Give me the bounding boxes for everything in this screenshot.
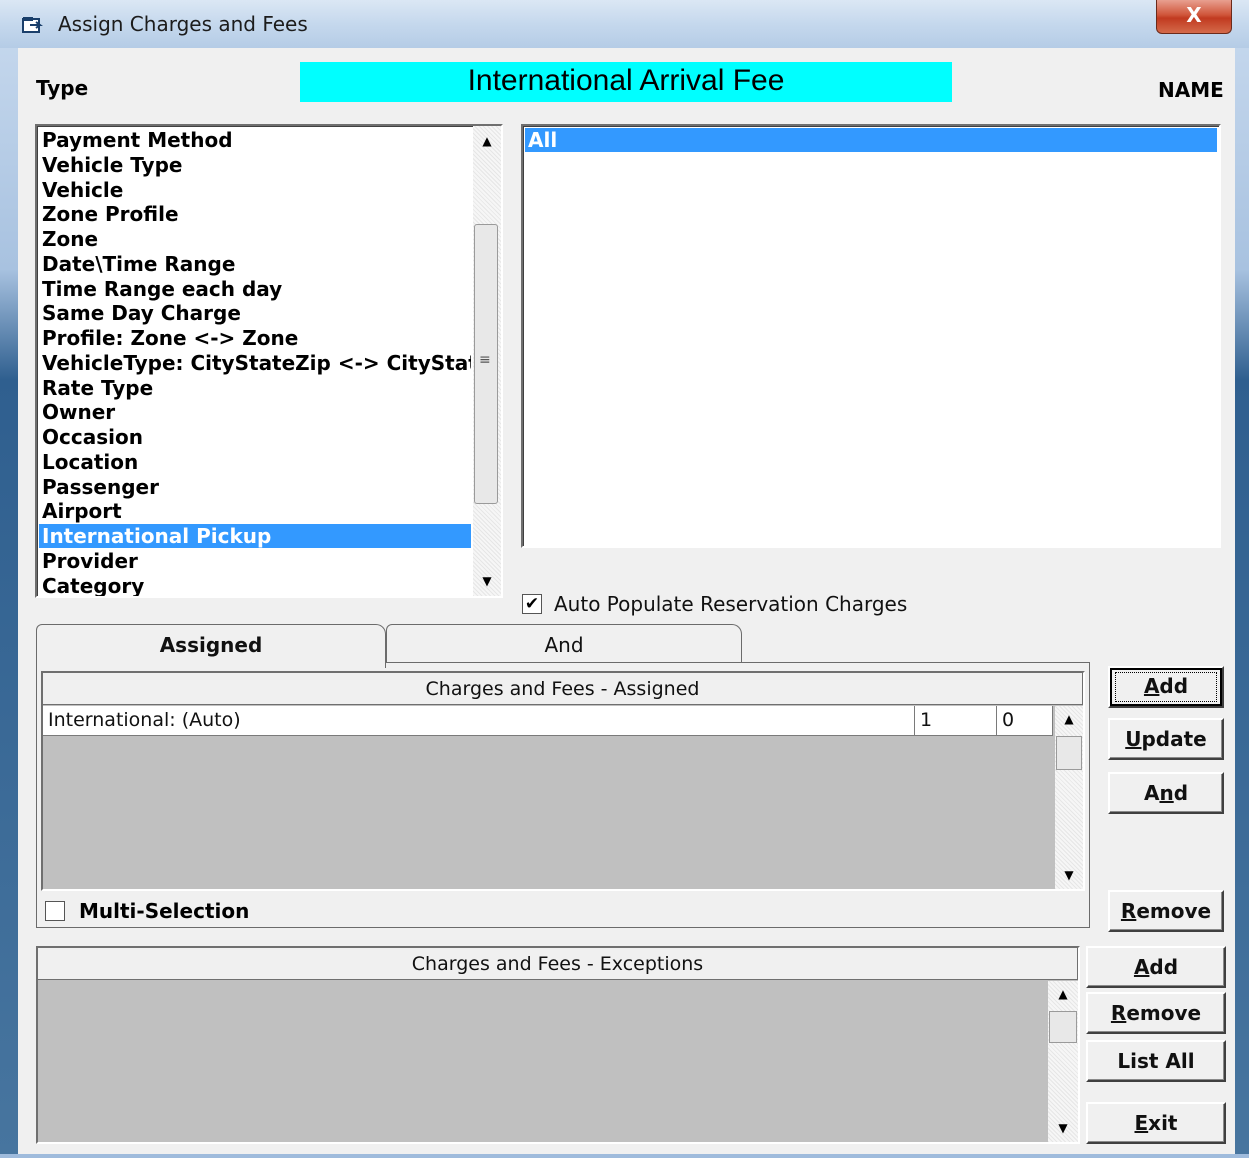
window-frame-left [0, 48, 18, 1154]
list-item[interactable]: Zone [39, 227, 471, 251]
list-item[interactable]: Vehicle Type [39, 153, 471, 177]
btn-text: dd [1149, 955, 1179, 979]
charge-qty-cell[interactable]: 1 [915, 706, 997, 736]
list-item[interactable]: Rate Type [39, 376, 471, 400]
btn-text: dd [1159, 674, 1189, 698]
table-row[interactable]: International: (Auto) 1 0 [43, 706, 1053, 736]
title-bar[interactable]: Assign Charges and Fees X [0, 0, 1249, 48]
and-button[interactable]: And [1108, 772, 1224, 814]
btn-accel: R [1120, 899, 1137, 923]
assigned-add-button[interactable]: Add [1108, 666, 1224, 708]
btn-accel: A [1133, 955, 1150, 979]
list-item[interactable]: Payment Method [39, 128, 471, 152]
exceptions-remove-button[interactable]: Remove [1086, 992, 1226, 1034]
list-item[interactable]: Same Day Charge [39, 301, 471, 325]
btn-text: emove [1126, 1001, 1202, 1025]
scroll-down-arrow-icon[interactable]: ▼ [1048, 1121, 1078, 1135]
type-list-item-selected[interactable]: International Pickup [39, 524, 471, 548]
auto-populate-label: Auto Populate Reservation Charges [554, 592, 908, 616]
btn-accel: n [1159, 781, 1174, 805]
name-listbox[interactable]: All [521, 124, 1221, 548]
btn-accel: A [1143, 674, 1160, 698]
check-icon: ✔ [524, 594, 540, 614]
list-item[interactable]: Profile: Zone <-> Zone [39, 326, 471, 350]
list-item[interactable]: Zone Profile [39, 202, 471, 226]
btn-text: A [1143, 781, 1160, 805]
grip-icon: ≡ [479, 352, 491, 368]
scroll-up-arrow-icon[interactable]: ▲ [1055, 712, 1083, 726]
list-item[interactable]: Time Range each day [39, 277, 471, 301]
btn-text: xit [1148, 1111, 1178, 1135]
exceptions-grid-scrollbar[interactable]: ▲ ▼ [1048, 981, 1078, 1142]
list-item[interactable]: Passenger [39, 475, 471, 499]
btn-text: List All [1117, 1049, 1195, 1073]
scroll-up-arrow-icon[interactable]: ▲ [1048, 987, 1078, 1001]
scroll-thumb[interactable] [1049, 1011, 1077, 1043]
type-label: Type [36, 76, 89, 100]
auto-populate-checkbox[interactable]: ✔ [522, 594, 542, 614]
btn-text: pdate [1141, 727, 1207, 751]
tab-assigned[interactable]: Assigned [36, 624, 386, 668]
btn-accel: U [1125, 727, 1142, 751]
btn-text: d [1173, 781, 1189, 805]
app-window: Assign Charges and Fees X Type Internati… [0, 0, 1249, 1158]
name-list-item-selected[interactable]: All [525, 128, 1217, 152]
window-frame-right [1235, 48, 1249, 1154]
multi-selection-label: Multi-Selection [79, 899, 250, 923]
scroll-up-arrow-icon[interactable]: ▲ [473, 134, 501, 148]
exceptions-grid-header: Charges and Fees - Exceptions [38, 948, 1078, 980]
charge-value-cell[interactable]: 0 [997, 706, 1053, 736]
scroll-down-arrow-icon[interactable]: ▼ [1055, 868, 1083, 882]
type-list-scrollbar[interactable]: ▲ ≡ ▼ [473, 126, 501, 596]
list-item[interactable]: Airport [39, 499, 471, 523]
list-item[interactable]: Occasion [39, 425, 471, 449]
assigned-grid-header: Charges and Fees - Assigned [43, 673, 1083, 705]
scroll-down-arrow-icon[interactable]: ▼ [473, 574, 501, 588]
list-all-button[interactable]: List All [1086, 1040, 1226, 1082]
window-app-icon [22, 17, 43, 33]
close-icon: X [1186, 3, 1202, 27]
dialog-client-area: Type International Arrival Fee NAME Paym… [18, 48, 1235, 1154]
list-item[interactable]: Vehicle [39, 178, 471, 202]
list-item[interactable]: Owner [39, 400, 471, 424]
list-item[interactable]: Provider [39, 549, 471, 573]
btn-text: emove [1136, 899, 1212, 923]
assigned-grid-scrollbar[interactable]: ▲ ▼ [1055, 706, 1083, 889]
exceptions-grid[interactable]: Charges and Fees - Exceptions ▲ ▼ [36, 946, 1080, 1144]
charge-name-cell[interactable]: International: (Auto) [43, 706, 915, 736]
name-label: NAME [1158, 78, 1224, 102]
list-item[interactable]: Date\Time Range [39, 252, 471, 276]
update-button[interactable]: Update [1108, 718, 1224, 760]
type-listbox[interactable]: Payment Method Vehicle Type Vehicle Zone Pr… [35, 124, 503, 598]
multi-selection-checkbox[interactable] [45, 901, 65, 921]
close-button[interactable]: X [1156, 0, 1232, 34]
btn-accel: R [1110, 1001, 1127, 1025]
assigned-remove-button[interactable]: Remove [1108, 890, 1224, 932]
list-item[interactable]: VehicleType: CityStateZip <-> CityStateZ… [39, 351, 471, 375]
fee-name-display: International Arrival Fee [300, 62, 952, 102]
list-item[interactable]: Category [39, 574, 471, 597]
window-title: Assign Charges and Fees [58, 12, 308, 36]
exceptions-add-button[interactable]: Add [1086, 946, 1226, 988]
scroll-thumb[interactable] [1056, 736, 1082, 770]
btn-accel: E [1134, 1111, 1149, 1135]
tab-and[interactable]: And [386, 624, 742, 664]
list-item[interactable]: Location [39, 450, 471, 474]
assigned-grid[interactable]: Charges and Fees - Assigned Internationa… [41, 671, 1085, 891]
assigned-tab-panel: Charges and Fees - Assigned Internationa… [36, 662, 1090, 928]
exit-button[interactable]: Exit [1086, 1102, 1226, 1144]
